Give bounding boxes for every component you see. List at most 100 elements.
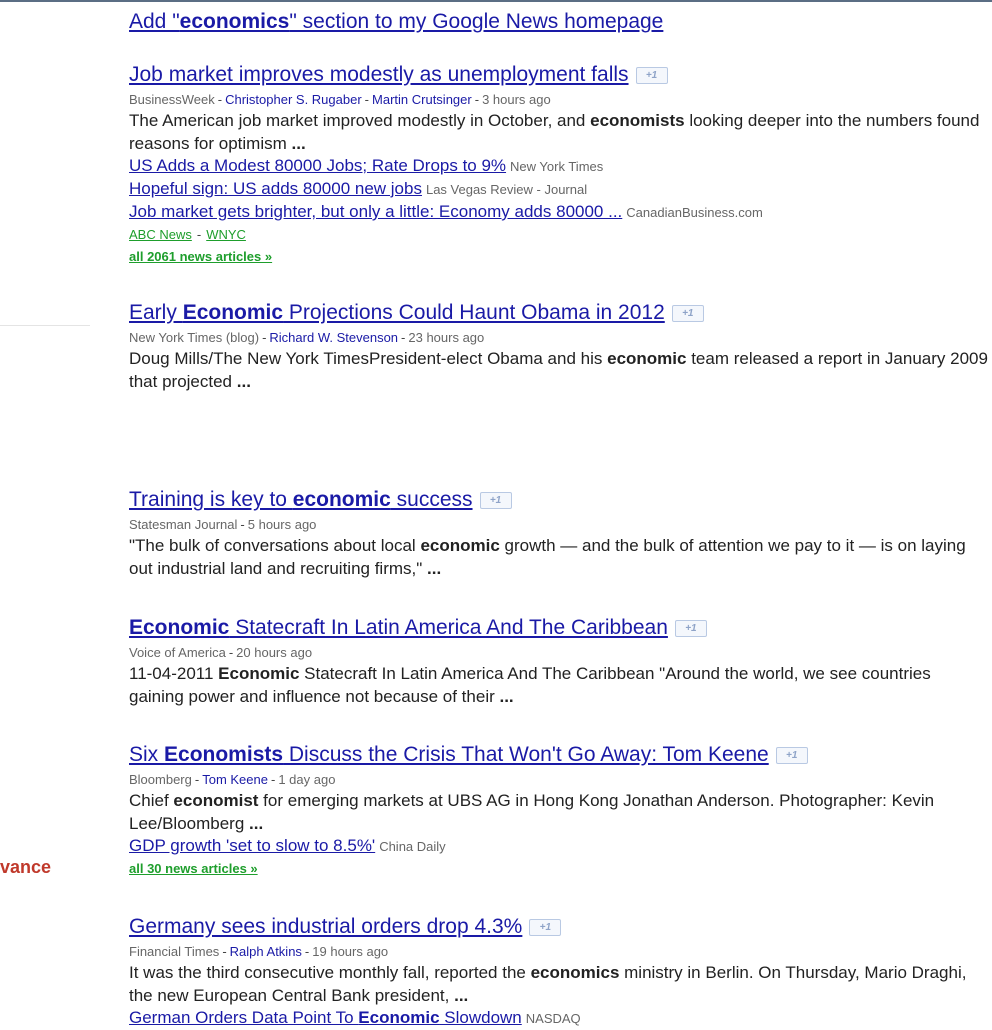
story-meta: Bloomberg - Tom Keene -1 day ago xyxy=(129,772,989,787)
meta-separator: - xyxy=(240,517,245,532)
snippet-text: "The bulk of conversations about local xyxy=(129,536,421,555)
story-title-text: Early xyxy=(129,301,183,324)
story-time: 5 hours ago xyxy=(247,517,317,532)
meta-separator: - xyxy=(474,92,480,107)
all-articles-link[interactable]: all 2061 news articles » xyxy=(129,249,272,264)
source-separator: - xyxy=(196,227,202,242)
related-title-text: Slowdown xyxy=(439,1008,522,1027)
snippet-bold: Economic xyxy=(218,664,300,683)
story-meta: Financial Times - Ralph Atkins -19 hours ag… xyxy=(129,944,989,959)
story-time: 3 hours ago xyxy=(482,92,551,107)
snippet-bold: economists xyxy=(590,111,685,130)
story-title-text: Job market improves modestly as unemploy… xyxy=(129,63,629,86)
story-title-link[interactable]: Job market improves modestly as unemploy… xyxy=(129,63,629,87)
snippet-bold: ... xyxy=(249,814,264,833)
snippet-bold: ... xyxy=(291,134,306,153)
snippet-bold: economist xyxy=(173,791,259,810)
all-articles-row: all 30 news articles » xyxy=(129,858,989,880)
story-source: Bloomberg xyxy=(129,772,192,787)
story-meta: BusinessWeek - Christopher S. Rugaber - Mart… xyxy=(129,92,989,107)
snippet-text: It was the third consecutive monthly fal… xyxy=(129,963,531,982)
story-title-link[interactable]: Six Economists Discuss the Crisis That W… xyxy=(129,743,769,767)
related-article-link[interactable]: German Orders Data Point To Economic Slo… xyxy=(129,1008,522,1027)
story-title-row: Economic Statecraft In Latin America And… xyxy=(129,616,989,640)
related-article-link[interactable]: Job market gets brighter, but only a lit… xyxy=(129,202,622,221)
add-section-term: economics xyxy=(179,10,290,33)
snippet-bold: ... xyxy=(236,372,251,391)
meta-separator: - xyxy=(222,944,227,959)
plus-one-button[interactable]: +1 xyxy=(529,918,562,936)
sidebar-advanced-link[interactable]: vance xyxy=(0,857,51,878)
story-time: 23 hours ago xyxy=(408,330,485,345)
top-border xyxy=(0,0,992,2)
meta-separator: - xyxy=(217,92,223,107)
story-time: 20 hours ago xyxy=(236,645,313,660)
related-source: CanadianBusiness.com xyxy=(626,205,763,220)
story-title-text: Six xyxy=(129,743,165,766)
meta-separator: - xyxy=(262,330,267,345)
story-meta: Statesman Journal -5 hours ago xyxy=(129,517,989,532)
author-link[interactable]: Richard W. Stevenson xyxy=(269,330,398,345)
related-title-text: German Orders Data Point To xyxy=(129,1008,359,1027)
story-title-link[interactable]: Training is key to economic success xyxy=(129,488,473,512)
snippet-bold: economic xyxy=(607,349,687,368)
related-source: New York Times xyxy=(510,159,604,174)
related-article-link[interactable]: Hopeful sign: US adds 80000 new jobs xyxy=(129,179,422,198)
plus-one-button[interactable]: +1 xyxy=(775,746,808,764)
story-source: Voice of America xyxy=(129,645,226,660)
story-title-link[interactable]: Early Economic Projections Could Haunt O… xyxy=(129,301,665,325)
all-articles-row: all 2061 news articles » xyxy=(129,246,989,268)
snippet-bold: ... xyxy=(454,986,469,1005)
snippet-bold: ... xyxy=(499,687,514,706)
snippet-text: Doug Mills/The New York TimesPresident-e… xyxy=(129,349,608,368)
related-article: Job market gets brighter, but only a lit… xyxy=(129,201,989,224)
meta-separator: - xyxy=(401,330,406,345)
plus-one-button[interactable]: +1 xyxy=(671,304,704,322)
related-title-bold: Economic xyxy=(358,1008,440,1027)
snippet-text: Chief xyxy=(129,791,174,810)
snippet-text: 11-04-2011 xyxy=(129,664,219,683)
author-link[interactable]: Martin Crutsinger xyxy=(372,92,472,107)
related-article-link[interactable]: US Adds a Modest 80000 Jobs; Rate Drops … xyxy=(129,156,506,175)
story-snippet: Doug Mills/The New York TimesPresident-e… xyxy=(129,347,989,393)
plus-one-button[interactable]: +1 xyxy=(674,619,707,637)
story-snippet: Chief economist for emerging markets at … xyxy=(129,789,989,835)
related-article-link[interactable]: GDP growth 'set to slow to 8.5%' xyxy=(129,836,375,855)
news-story: Economic Statecraft In Latin America And… xyxy=(129,616,989,708)
author-link[interactable]: Ralph Atkins xyxy=(230,944,302,959)
snippet-bold: ... xyxy=(427,559,442,578)
story-title-link[interactable]: Economic Statecraft In Latin America And… xyxy=(129,616,668,640)
news-story: Early Economic Projections Could Haunt O… xyxy=(129,301,989,393)
more-source-link[interactable]: WNYC xyxy=(206,227,246,242)
author-link[interactable]: Christopher S. Rugaber xyxy=(225,92,362,107)
plus-one-button[interactable]: +1 xyxy=(479,491,512,509)
related-article: US Adds a Modest 80000 Jobs; Rate Drops … xyxy=(129,155,989,178)
story-snippet: 11-04-2011 Economic Statecraft In Latin … xyxy=(129,662,989,708)
add-section-prefix: Add " xyxy=(129,10,180,33)
story-snippet: The American job market improved modestl… xyxy=(129,109,989,155)
story-title-row: Germany sees industrial orders drop 4.3%… xyxy=(129,915,989,939)
story-snippet: It was the third consecutive monthly fal… xyxy=(129,961,989,1007)
news-story: Job market improves modestly as unemploy… xyxy=(129,63,989,268)
add-section-suffix: " section to my Google News homepage xyxy=(289,10,664,33)
story-source: BusinessWeek xyxy=(129,92,215,107)
story-title-bold: Economists xyxy=(164,743,284,766)
story-title-row: Training is key to economic success +1 xyxy=(129,488,989,512)
story-title-row: Six Economists Discuss the Crisis That W… xyxy=(129,743,989,767)
all-articles-link[interactable]: all 30 news articles » xyxy=(129,861,258,876)
meta-separator: - xyxy=(270,772,276,787)
add-section-link[interactable]: Add "economics" section to my Google New… xyxy=(129,10,663,34)
story-title-bold: Economic xyxy=(129,616,230,639)
related-article: GDP growth 'set to slow to 8.5%' China Da… xyxy=(129,835,989,858)
more-source-link[interactable]: ABC News xyxy=(129,227,192,242)
story-meta: New York Times (blog) - Richard W. Stevens… xyxy=(129,330,989,345)
meta-separator: - xyxy=(194,772,200,787)
story-title-row: Job market improves modestly as unemploy… xyxy=(129,63,989,87)
plus-one-button[interactable]: +1 xyxy=(635,66,668,84)
story-title-link[interactable]: Germany sees industrial orders drop 4.3% xyxy=(129,915,522,939)
story-title-bold: Economic xyxy=(182,301,284,324)
author-link[interactable]: Tom Keene xyxy=(202,772,268,787)
snippet-bold: economics xyxy=(530,963,620,982)
news-story: Training is key to economic success +1 Sta… xyxy=(129,488,989,580)
related-source: Las Vegas Review - Journal xyxy=(425,182,588,197)
